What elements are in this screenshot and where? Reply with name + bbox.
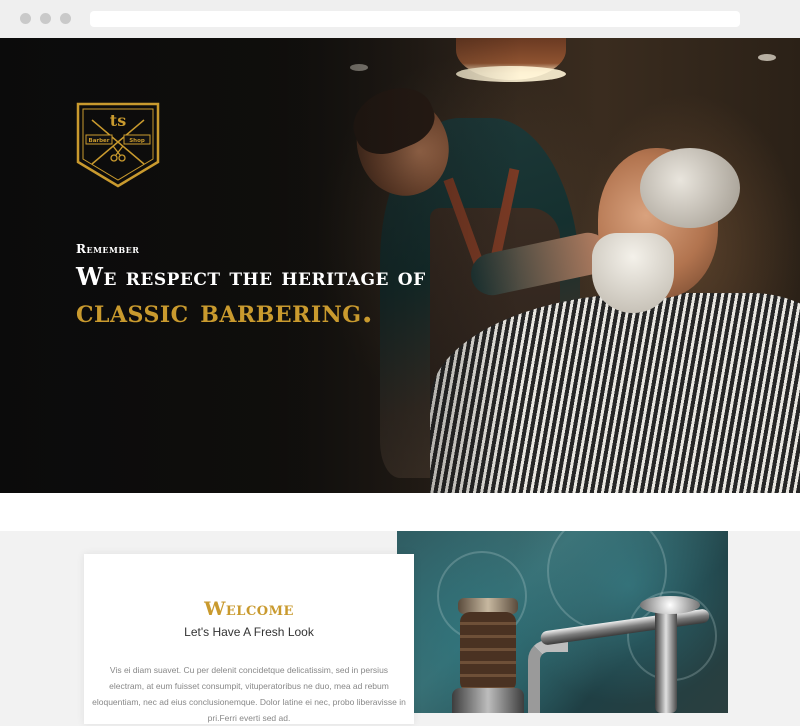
browser-chrome — [0, 0, 800, 38]
hero-eyebrow: Remember — [76, 242, 140, 256]
chrome-fixture-post — [655, 600, 677, 713]
barber-shop-badge-icon[interactable]: ts Barber Shop — [76, 102, 160, 188]
logo-lettering-barber: Barber — [89, 138, 110, 144]
client-beard — [592, 233, 674, 313]
chrome-fixture-knob — [640, 596, 700, 614]
ceiling-light — [758, 54, 776, 61]
hero-headline-line1: We respect the heritage of — [76, 262, 426, 291]
welcome-subtitle: Let's Have A Fresh Look — [184, 625, 314, 639]
svg-text:ts: ts — [110, 111, 126, 130]
welcome-card: Welcome Let's Have A Fresh Look Vis ei d… — [84, 554, 414, 724]
welcome-body-text: Vis ei diam suavet. Cu per delenit conci… — [92, 665, 406, 723]
window-close-dot[interactable] — [20, 13, 31, 24]
window-maximize-dot[interactable] — [60, 13, 71, 24]
client-hair — [640, 148, 740, 228]
hero-headline-line2: classic barbering. — [76, 292, 374, 330]
address-bar[interactable] — [90, 11, 740, 27]
window-minimize-dot[interactable] — [40, 13, 51, 24]
welcome-title: Welcome — [204, 598, 294, 620]
logo-lettering-shop: Shop — [129, 138, 145, 144]
tonic-bottle-base — [452, 688, 524, 713]
chrome-fixture-curve — [528, 640, 568, 713]
tonic-bottle — [460, 612, 516, 692]
